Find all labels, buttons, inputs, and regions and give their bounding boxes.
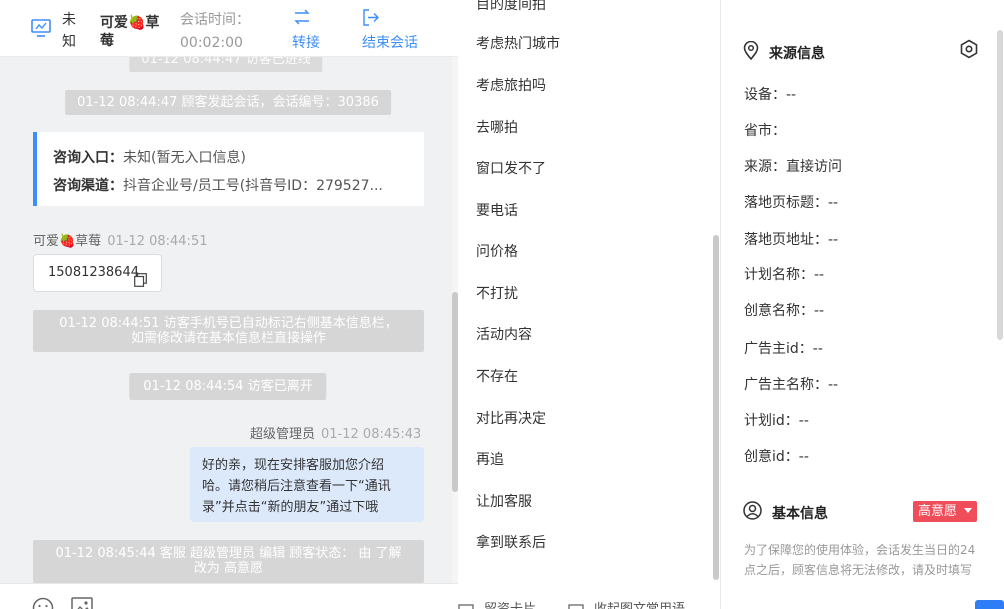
phrase-item[interactable]: 考虑旅拍吗 [476,75,546,95]
phrase-item[interactable]: 考虑热门城市 [476,33,560,53]
card-icon[interactable] [458,601,474,609]
source-field: 创意id：-- [744,449,809,465]
lead-card-button[interactable]: 留资卡片 [484,598,536,609]
consult-entry-value: 未知(暂无入口信息) [123,150,246,166]
source-field: 落地页标题：-- [744,195,839,211]
source-field: 广告主名称：-- [744,377,839,393]
phrase-item[interactable]: 活动内容 [476,324,532,344]
customer-name-2: 莓 [100,33,114,49]
source-field: 来源：直接访问 [744,159,842,175]
phrase-item[interactable]: 去哪拍 [476,117,518,137]
phrase-item[interactable]: 不打扰 [476,283,518,303]
collapse-icon[interactable] [568,601,584,609]
caret-down-icon [964,508,973,513]
emoji-icon[interactable] [32,597,54,609]
basic-info-label: 基本信息 [772,505,828,522]
status-change-line1: 01-12 08:45:44 客服 超级管理员 编辑 顾客状态： 由 了解 [55,546,402,561]
copy-icon[interactable] [134,266,147,302]
intent-status-text: 高意愿 [918,504,958,519]
phrase-item[interactable]: 对比再决定 [476,408,546,428]
system-message-faded: 01-12 08:44:47 访客已进线 [129,57,323,72]
phone-number: 15081238644 [48,265,139,280]
user-circle-icon [743,501,762,524]
source-field: 广告主id：-- [744,341,823,357]
consult-entry-label: 咨询入口： [53,150,123,166]
phrase-item[interactable]: 让加客服 [476,491,532,511]
customer-message-name: 可爱🍓草莓 [33,234,102,249]
transfer-icon[interactable] [293,9,311,29]
chat-messages[interactable]: 01-12 08:44:47 访客已进线 01-12 08:44:47 顾客发起… [0,57,452,583]
source-field: 创意名称：-- [744,303,825,319]
phrases-scrollbar-thumb[interactable] [713,235,719,580]
location-pin-icon [743,40,759,64]
system-message-session-start: 01-12 08:44:47 顾客发起会话，会话编号：30386 [65,90,391,115]
edit-notice: 为了保障您的使用体验，会话发生当日的24点之后，顾客信息将无法修改，请及时填写 [744,543,976,577]
admin-message-bubble[interactable]: 好的亲，现在安排客服加您介绍 哈。请您稍后注意查看一下“通讯 录”并点击“新的朋… [190,447,424,522]
source-field: 计划名称：-- [744,267,825,283]
admin-message-meta: 超级管理员 01-12 08:45:43 [250,423,421,442]
end-session-button[interactable]: 结束会话 [362,32,418,54]
consult-info-card: 咨询入口：未知(暂无入口信息) 咨询渠道：抖音企业号/员工号(抖音号ID：279… [33,132,424,206]
end-session-icon[interactable] [362,9,380,30]
phrase-item[interactable]: 拿到联系后 [476,532,546,552]
chat-toolbar [0,583,458,609]
phrase-item[interactable]: 问价格 [476,241,518,261]
admin-message-name: 超级管理员 [250,427,316,442]
admin-msg-line1: 好的亲，现在安排客服加您介绍 [202,458,385,473]
visitor-name-2: 知 [62,34,76,50]
collapse-phrases-button[interactable]: 收起图文常用语 [594,598,685,609]
session-time-label: 会话时间： [180,12,250,28]
consult-channel-row: 咨询渠道：抖音企业号/员工号(抖音号ID：279527... [53,172,408,200]
source-field: 设备：-- [744,87,797,103]
system-message-phone-marked: 01-12 08:44:51 访客手机号已自动标记右侧基本信息栏， 如需修改请在… [33,310,424,352]
system-message-status-change: 01-12 08:45:44 客服 超级管理员 编辑 顾客状态： 由 了解 改为… [33,540,424,583]
phrase-item[interactable]: 再追 [476,449,504,469]
source-field: 省市： [744,123,786,139]
app-root: 未 知 可爱🍓草 莓 会话时间： 00:02:00 转接 结束会话 01-12 … [0,0,1004,609]
admin-message-time: 01-12 08:45:43 [321,427,422,442]
customer-phone-bubble[interactable]: 15081238644 [33,254,162,292]
consult-entry-row: 咨询入口：未知(暂无入口信息) [53,144,408,172]
phrase-item[interactable]: 目的度间拍 [476,0,546,14]
intent-status-badge[interactable]: 高意愿 [913,501,978,522]
system-message-visitor-left: 01-12 08:44:54 访客已离开 [129,373,327,400]
source-info-title: 来源信息 [743,40,825,64]
visitor-name-1: 未 [62,12,76,28]
basic-info-title: 基本信息 [743,501,828,524]
customer-message-time: 01-12 08:44:51 [107,234,208,249]
consult-channel-value: 抖音企业号/员工号(抖音号ID：279527... [123,178,383,194]
phrase-item[interactable]: 窗口发不了 [476,158,546,178]
admin-msg-line2: 哈。请您稍后注意查看一下“通讯 [202,479,391,494]
source-field: 计划id：-- [744,413,809,429]
monitor-icon[interactable] [31,19,51,37]
phrases-scrollbar[interactable] [713,0,719,609]
send-button-partial[interactable] [975,600,1004,609]
info-scrollbar[interactable] [997,30,1003,340]
status-change-line2: 改为 高意愿 [193,561,264,576]
chat-panel: 未 知 可爱🍓草 莓 会话时间： 00:02:00 转接 结束会话 01-12 … [0,0,458,609]
transfer-button[interactable]: 转接 [292,32,320,54]
phone-marked-line1: 01-12 08:44:51 访客手机号已自动标记右侧基本信息栏， [59,316,398,331]
phrase-item[interactable]: 要电话 [476,200,518,220]
session-time-value: 00:02:00 [180,35,243,51]
customer-message-meta: 可爱🍓草莓 01-12 08:44:51 [33,230,207,249]
info-panel: 来源信息 设备：-- 省市： 来源：直接访问 落地页标题：-- 落地页地址：-- 计划名称… [721,0,1004,609]
phone-marked-line2: 如需修改请在基本信息栏直接操作 [130,331,326,346]
admin-msg-line3: 录”并点击“新的朋友”通过下哦 [202,500,379,515]
image-icon[interactable] [71,597,93,609]
source-field: 落地页地址：-- [744,232,839,248]
chat-header: 未 知 可爱🍓草 莓 会话时间： 00:02:00 转接 结束会话 [0,0,458,57]
phrase-item[interactable]: 不存在 [476,366,518,386]
settings-hex-icon[interactable] [959,39,979,63]
common-phrases-panel: 目的度间拍考虑热门城市 考虑旅拍吗去哪拍窗口发不了要电话问价格不打扰活动内容不存在… [458,0,721,609]
source-info-label: 来源信息 [769,45,825,62]
consult-channel-label: 咨询渠道： [53,178,123,194]
